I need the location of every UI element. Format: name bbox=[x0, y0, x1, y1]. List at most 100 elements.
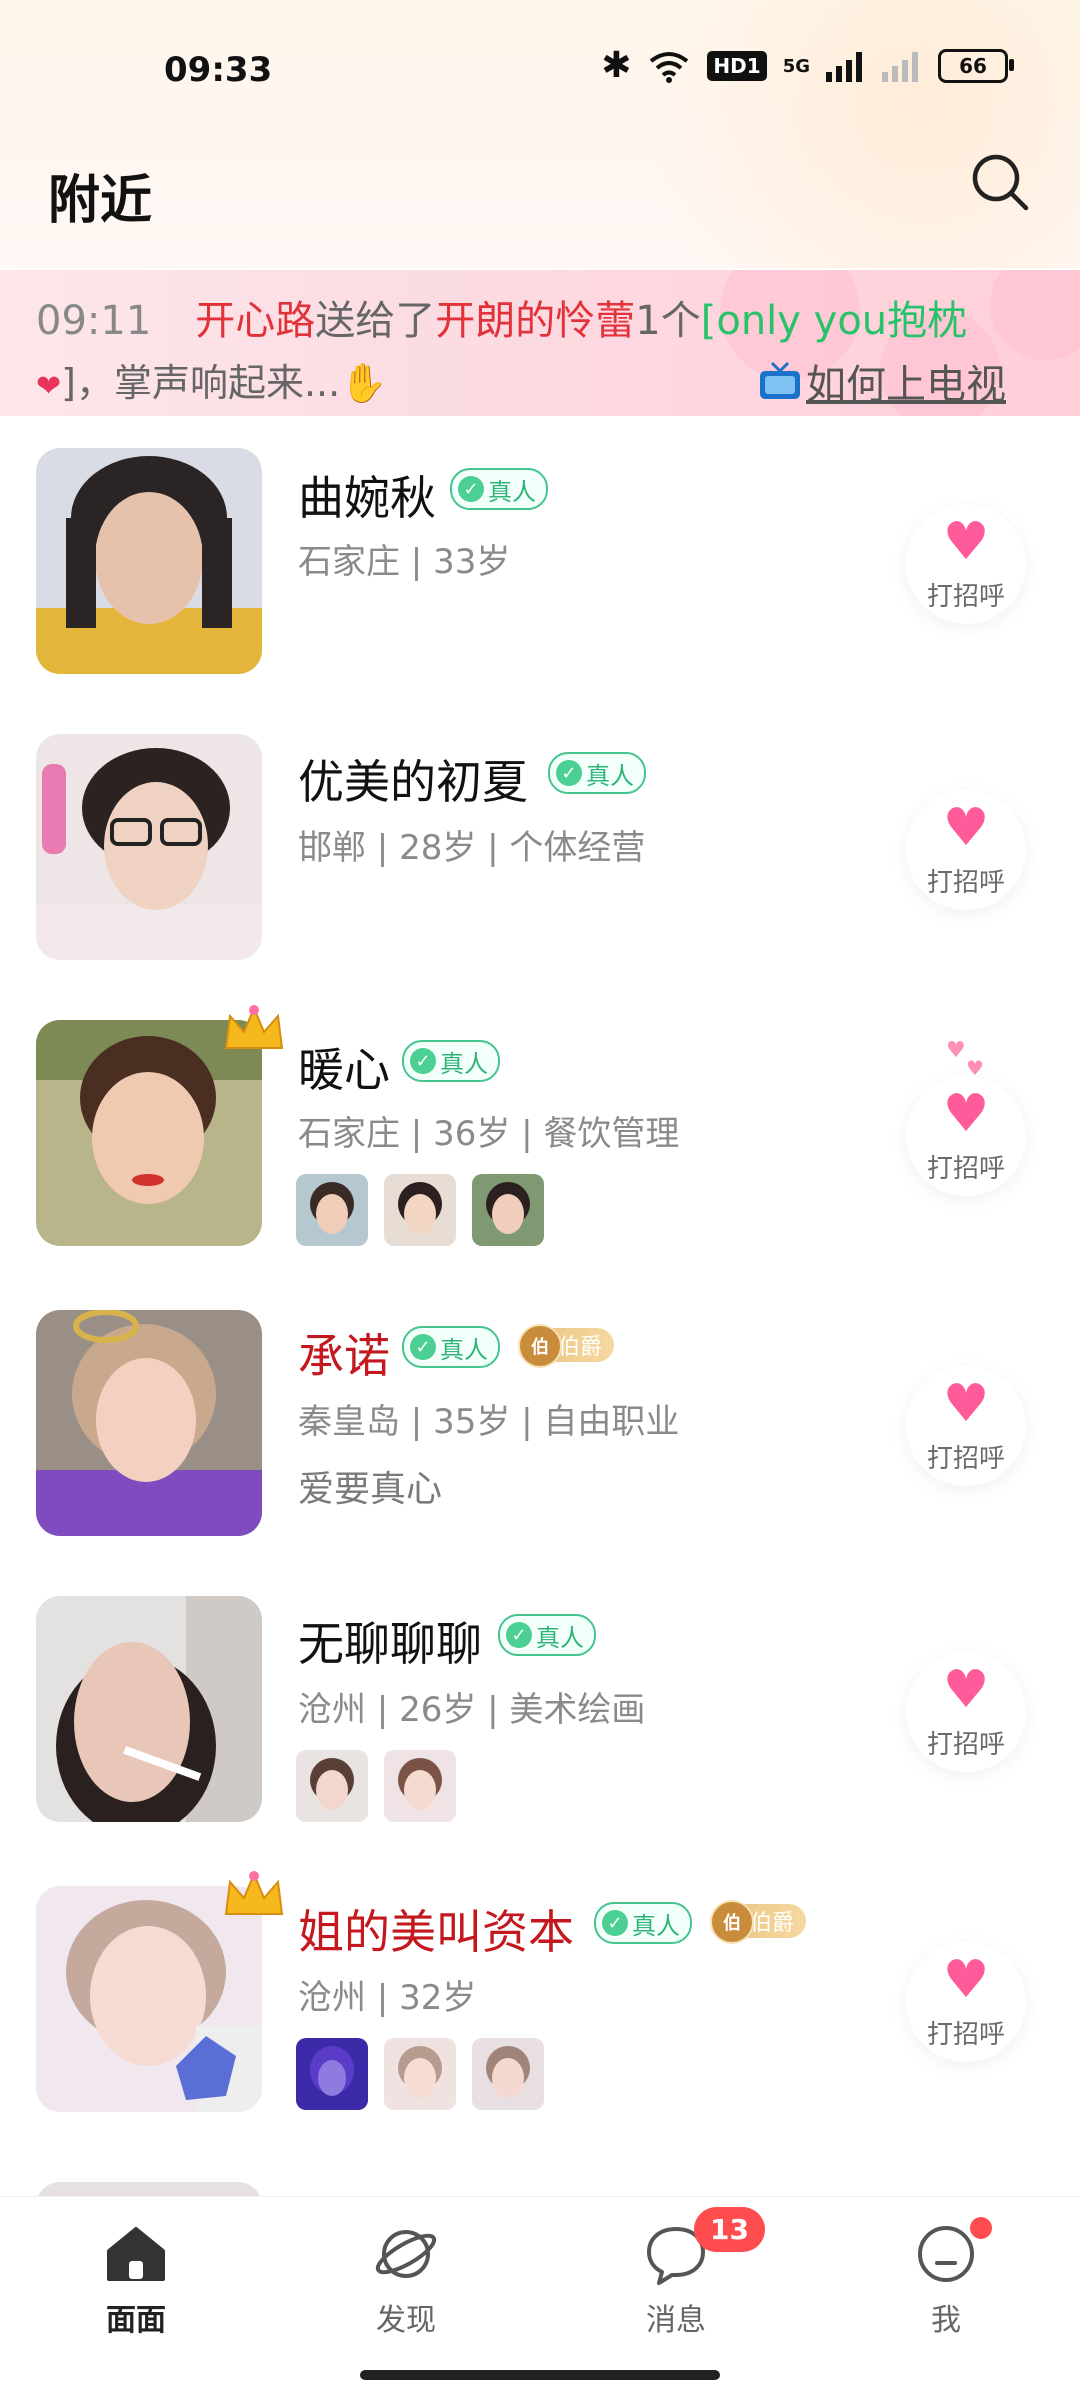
photo-thumbnail[interactable] bbox=[296, 2038, 368, 2110]
user-row[interactable]: 暖心 ✓ 真人 石家庄 | 36岁 | 餐饮管理 ♥ ♥ ♥ 打招呼 bbox=[0, 1005, 1080, 1310]
nav-item-me[interactable]: 我 bbox=[846, 2217, 1046, 2339]
photo-thumbnail[interactable] bbox=[296, 1750, 368, 1822]
greet-label: 打招呼 bbox=[926, 867, 1005, 898]
nav-item-messages[interactable]: 消息 13 bbox=[576, 2207, 776, 2339]
notice-time: 09:11 bbox=[36, 298, 152, 344]
check-icon: ✓ bbox=[556, 760, 582, 786]
signal-icon-secondary bbox=[882, 52, 918, 82]
avatar[interactable] bbox=[36, 734, 262, 960]
check-icon: ✓ bbox=[602, 1910, 628, 1936]
photo-thumbnail[interactable] bbox=[296, 1174, 368, 1246]
user-meta: 邯郸 | 28岁 | 个体经营 bbox=[298, 828, 646, 868]
notice-count: 1个 bbox=[635, 298, 701, 344]
greet-label: 打招呼 bbox=[926, 1729, 1005, 1760]
notice-verb: 送给了 bbox=[315, 298, 436, 344]
verified-label: 真人 bbox=[586, 761, 634, 790]
rank-shield-icon: 伯 bbox=[710, 1900, 754, 1944]
rank-shield-icon: 伯 bbox=[518, 1324, 562, 1368]
photo-thumbnails bbox=[296, 2038, 544, 2110]
avatar[interactable] bbox=[36, 1596, 262, 1822]
notice-line-1: 09:11 开心路送给了开朗的怜蕾1个[only you抱枕 bbox=[36, 288, 967, 346]
photo-thumbnail[interactable] bbox=[384, 1750, 456, 1822]
rank-badge: 伯伯爵 bbox=[710, 1900, 807, 1944]
greet-label: 打招呼 bbox=[926, 2019, 1005, 2050]
verified-label: 真人 bbox=[440, 1049, 488, 1078]
greet-button[interactable]: ♥ 打招呼 bbox=[906, 1942, 1026, 2062]
battery-level: 66 bbox=[959, 54, 987, 78]
photo-thumbnails bbox=[296, 1174, 544, 1246]
heart-icon: ♥ bbox=[942, 1949, 990, 2010]
notice-line-2: ❤]，掌声响起来...✋ bbox=[36, 352, 388, 407]
heart-icon: ♥ bbox=[942, 511, 990, 572]
verified-label: 真人 bbox=[632, 1911, 680, 1940]
verified-label: 真人 bbox=[440, 1335, 488, 1364]
verified-badge: ✓ 真人 bbox=[498, 1614, 596, 1656]
photo-thumbnail[interactable] bbox=[472, 1174, 544, 1246]
verified-label: 真人 bbox=[536, 1623, 584, 1652]
floating-heart-icon: ♥ bbox=[946, 1038, 966, 1063]
greet-label: 打招呼 bbox=[926, 1153, 1005, 1184]
avatar[interactable] bbox=[36, 1310, 262, 1536]
user-meta: 石家庄 | 33岁 bbox=[298, 542, 511, 582]
photo-thumbnail[interactable] bbox=[384, 1174, 456, 1246]
user-row[interactable]: 优美的初夏 ✓ 真人 邯郸 | 28岁 | 个体经营 ♥ 打招呼 bbox=[0, 734, 1080, 1024]
check-icon: ✓ bbox=[458, 476, 484, 502]
user-name: 优美的初夏 bbox=[298, 755, 528, 809]
verified-badge: ✓ 真人 bbox=[548, 752, 646, 794]
page-title: 附近 bbox=[48, 171, 153, 231]
verified-label: 真人 bbox=[488, 477, 536, 506]
search-icon[interactable] bbox=[968, 150, 1032, 214]
verified-badge: ✓ 真人 bbox=[402, 1326, 500, 1368]
greet-button[interactable]: ♥ 打招呼 bbox=[906, 790, 1026, 910]
check-icon: ✓ bbox=[410, 1048, 436, 1074]
greet-button[interactable]: ♥ 打招呼 bbox=[906, 1076, 1026, 1196]
heart-icon: ♥ bbox=[942, 1373, 990, 1434]
user-meta: 沧州 | 26岁 | 美术绘画 bbox=[298, 1690, 646, 1730]
hd-badge: HD1 bbox=[707, 51, 767, 81]
notice-sender: 开心路 bbox=[195, 298, 316, 344]
nav-item-discover[interactable]: 发现 bbox=[306, 2221, 506, 2339]
photo-thumbnail[interactable] bbox=[472, 2038, 544, 2110]
verified-badge: ✓ 真人 bbox=[450, 468, 548, 510]
user-name: 承诺 bbox=[298, 1329, 390, 1383]
nav-label: 我 bbox=[931, 2303, 961, 2338]
user-row[interactable]: 姐的美叫资本 ✓ 真人 伯伯爵 沧州 | 32岁 ♥ 打招呼 bbox=[0, 1871, 1080, 2176]
rank-label: 伯爵 bbox=[750, 1911, 795, 1936]
rank-badge: 伯伯爵 bbox=[518, 1324, 615, 1368]
user-name: 姐的美叫资本 bbox=[298, 1905, 574, 1959]
unread-badge: 13 bbox=[694, 2207, 765, 2252]
check-icon: ✓ bbox=[506, 1622, 532, 1648]
user-meta: 秦皇岛 | 35岁 | 自由职业 bbox=[298, 1402, 680, 1442]
user-name: 无聊聊聊 bbox=[298, 1617, 482, 1671]
notice-gift: [only you抱枕 bbox=[700, 298, 968, 344]
avatar[interactable] bbox=[36, 448, 262, 674]
greet-button[interactable]: ♥ 打招呼 bbox=[906, 1366, 1026, 1486]
status-icons: ✱ HD1 5G 66 bbox=[601, 48, 1014, 84]
user-row[interactable]: 承诺 ✓ 真人 伯伯爵 秦皇岛 | 35岁 | 自由职业 爱要真心 ♥ 打招呼 bbox=[0, 1310, 1080, 1600]
user-row[interactable]: 曲婉秋 ✓ 真人 石家庄 | 33岁 ♥ 打招呼 bbox=[0, 448, 1080, 738]
photo-thumbnails bbox=[296, 1750, 456, 1822]
greet-button[interactable]: ♥ 打招呼 bbox=[906, 504, 1026, 624]
home-indicator[interactable] bbox=[360, 2370, 720, 2380]
heart-gift-icon: ❤ bbox=[36, 369, 62, 404]
user-row[interactable]: 无聊聊聊 ✓ 真人 沧州 | 26岁 | 美术绘画 ♥ 打招呼 bbox=[0, 1596, 1080, 1886]
user-signature: 爱要真心 bbox=[298, 1469, 443, 1510]
network-type: 5G bbox=[782, 55, 810, 77]
home-icon bbox=[107, 2227, 165, 2281]
greet-label: 打招呼 bbox=[926, 581, 1005, 612]
battery-icon: 66 bbox=[938, 49, 1014, 83]
greet-button[interactable]: ♥ 打招呼 bbox=[906, 1652, 1026, 1772]
notice-receiver: 开朗的怜蕾 bbox=[435, 298, 636, 344]
gift-notice-banner[interactable]: 09:11 开心路送给了开朗的怜蕾1个[only you抱枕 ❤]，掌声响起来..… bbox=[0, 270, 1080, 416]
greet-label: 打招呼 bbox=[926, 1443, 1005, 1474]
nav-item-home[interactable]: 面面 bbox=[36, 2221, 236, 2339]
verified-badge: ✓ 真人 bbox=[594, 1902, 692, 1944]
how-to-tv-link[interactable]: 如何上电视 bbox=[758, 352, 1006, 410]
signal-icon bbox=[826, 52, 862, 82]
status-time: 09:33 bbox=[164, 50, 273, 90]
user-meta: 石家庄 | 36岁 | 餐饮管理 bbox=[298, 1114, 680, 1154]
decor-bubble bbox=[990, 270, 1080, 360]
heart-icon: ♥ bbox=[942, 797, 990, 858]
photo-thumbnail[interactable] bbox=[384, 2038, 456, 2110]
nav-label: 面面 bbox=[106, 2303, 166, 2338]
